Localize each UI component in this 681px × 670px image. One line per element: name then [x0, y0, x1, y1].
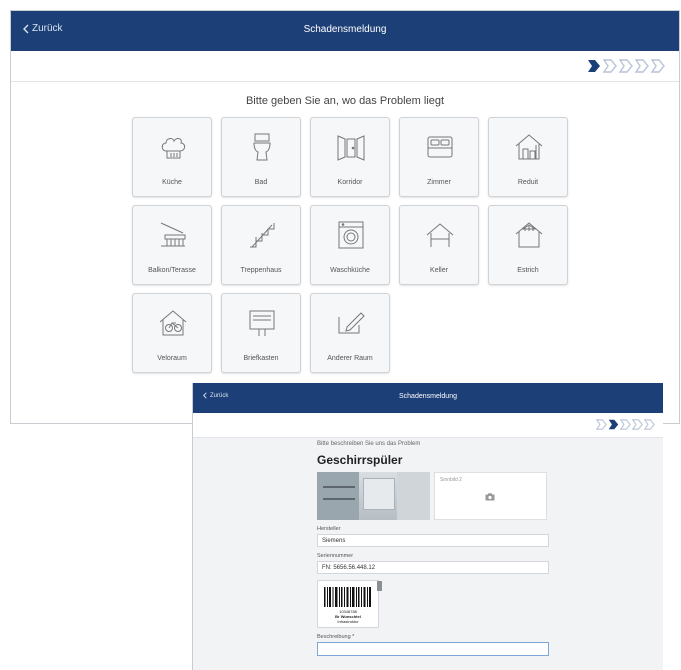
camera-icon	[485, 493, 495, 501]
problem-form: Bitte beschreiben Sie uns das Problem Ge…	[317, 441, 549, 656]
step-1-active-icon	[588, 60, 600, 72]
room-label: Bad	[254, 179, 268, 186]
manufacturer-field[interactable]: Siemens	[317, 534, 549, 547]
room-tile-keller[interactable]: Keller	[399, 205, 479, 285]
room-label: Zimmer	[427, 179, 451, 186]
room-label: Veloraum	[157, 355, 187, 362]
bicycle-room-icon	[159, 310, 187, 336]
photo-placeholder: Sinnbild 2	[440, 477, 462, 483]
barcode-scan[interactable]: 10348788 Br Wunschtel Infrastruktur	[317, 580, 382, 628]
progress-strip	[193, 413, 663, 438]
item-title: Geschirrspüler	[317, 453, 403, 467]
step-5-icon	[644, 419, 655, 430]
room-selection-screen: Zurück Schadensmeldung Bitte geben Sie a…	[10, 10, 680, 424]
door-icon	[337, 135, 365, 161]
attic-icon	[515, 222, 543, 248]
scroll-handle[interactable]	[377, 581, 382, 591]
room-label: Keller	[430, 267, 448, 274]
room-label: Briefkasten	[243, 355, 279, 362]
step-4-icon	[635, 59, 649, 73]
room-tile-bad[interactable]: Bad	[221, 117, 301, 197]
photo-row: Sinnbild 2	[317, 472, 549, 520]
cellar-icon	[426, 223, 454, 247]
description-label: Beschreibung *	[317, 634, 355, 640]
room-tile-kueche[interactable]: Küche	[132, 117, 212, 197]
room-tile-reduit[interactable]: Reduit	[488, 117, 568, 197]
room-tile-waschkueche[interactable]: Waschküche	[310, 205, 390, 285]
step-2-icon	[603, 59, 617, 73]
progress-steps	[587, 59, 665, 73]
manufacturer-label: Hersteller	[317, 526, 341, 532]
storage-house-icon	[515, 134, 543, 160]
room-tile-anderer-raum[interactable]: Anderer Raum	[310, 293, 390, 373]
dishwasher-photo[interactable]	[317, 472, 430, 520]
page-title: Schadensmeldung	[303, 24, 387, 35]
page-title: Schadensmeldung	[399, 393, 457, 400]
room-label: Treppenhaus	[240, 267, 282, 274]
add-photo-slot[interactable]: Sinnbild 2	[434, 472, 547, 520]
serial-label: Seriennummer	[317, 553, 354, 559]
room-label: Estrich	[517, 267, 539, 274]
room-tile-estrich[interactable]: Estrich	[488, 205, 568, 285]
step-3-icon	[620, 419, 631, 430]
barcode-icon	[324, 587, 371, 607]
balcony-icon	[160, 222, 186, 247]
serial-field[interactable]: FN: 5656.56.448.12	[317, 561, 549, 574]
instruction-text: Bitte beschreiben Sie uns das Problem	[317, 441, 421, 447]
step-2-active-icon	[608, 419, 619, 430]
bed-icon	[427, 136, 453, 158]
room-tile-korridor[interactable]: Korridor	[310, 117, 390, 197]
toilet-icon	[253, 133, 271, 161]
barcode-text: 10348788 Br Wunschtel Infrastruktur	[335, 609, 361, 624]
chef-hat-icon	[161, 138, 186, 159]
problem-description-screen: Zurück Schadensmeldung Bitte beschreiben…	[192, 383, 663, 670]
edit-pencil-icon	[338, 312, 365, 334]
description-field[interactable]	[317, 642, 549, 656]
progress-steps	[596, 419, 655, 430]
room-label: Waschküche	[330, 267, 370, 274]
room-tile-balkon[interactable]: Balkon/Terasse	[132, 205, 212, 285]
room-label: Balkon/Terasse	[148, 267, 196, 274]
progress-strip	[11, 37, 679, 82]
washing-machine-icon	[338, 221, 364, 249]
room-tile-briefkasten[interactable]: Briefkasten	[221, 293, 301, 373]
room-label: Reduit	[517, 179, 539, 186]
step-5-icon	[651, 59, 665, 73]
step-4-icon	[632, 419, 643, 430]
instruction-text: Bitte geben Sie an, wo das Problem liegt	[245, 95, 445, 107]
mailbox-icon	[249, 310, 275, 336]
room-label: Küche	[162, 179, 182, 186]
room-tile-treppenhaus[interactable]: Treppenhaus	[221, 205, 301, 285]
nav-bar: Zurück Schadensmeldung	[193, 383, 663, 413]
room-grid: Küche Bad Korridor Zimmer Reduit Balkon/…	[132, 117, 572, 373]
room-label: Anderer Raum	[327, 355, 373, 362]
room-tile-zimmer[interactable]: Zimmer	[399, 117, 479, 197]
room-tile-veloraum[interactable]: Veloraum	[132, 293, 212, 373]
stairs-icon	[250, 223, 275, 248]
step-3-icon	[619, 59, 633, 73]
room-label: Korridor	[337, 179, 363, 186]
step-1-icon	[596, 419, 607, 430]
